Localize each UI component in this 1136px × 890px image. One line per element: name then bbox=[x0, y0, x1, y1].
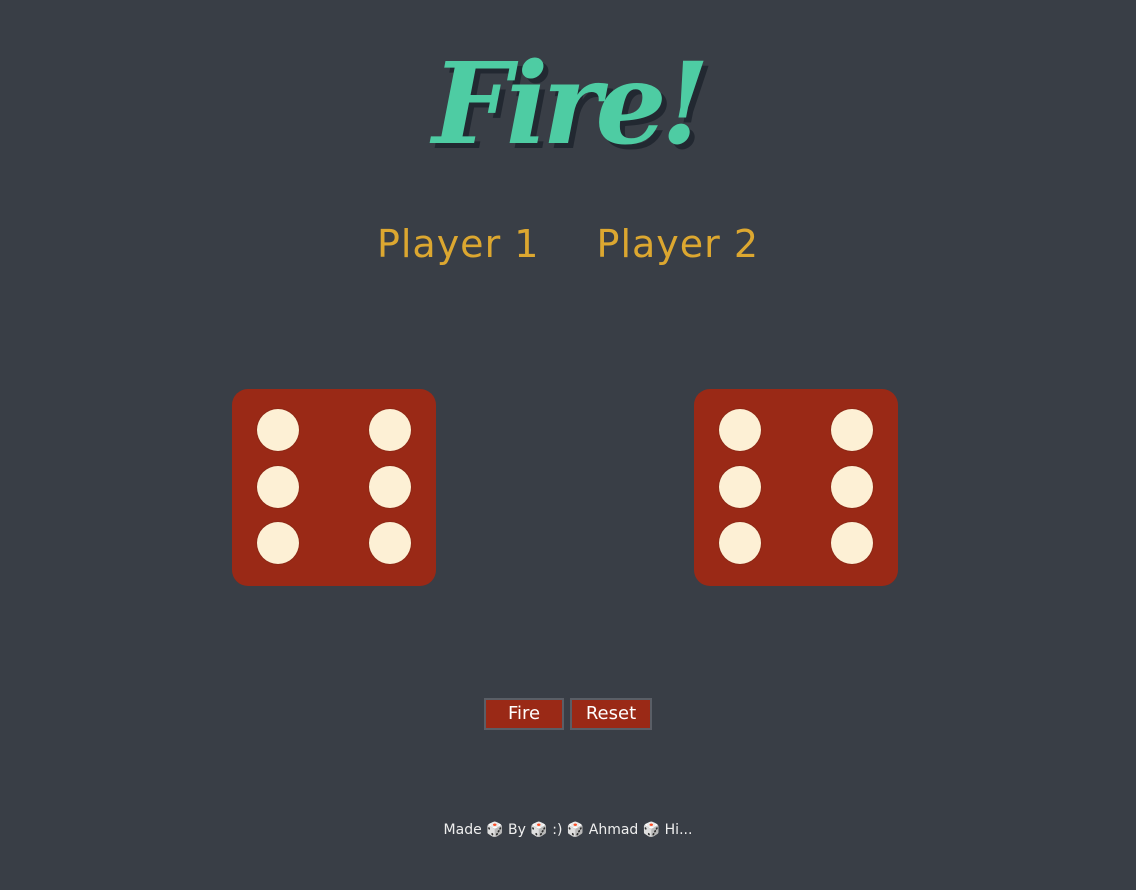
die-pip bbox=[257, 466, 299, 508]
die-pip bbox=[257, 522, 299, 564]
player-1-label: Player 1 bbox=[376, 222, 540, 266]
die-pip bbox=[719, 522, 761, 564]
footer-credit: Made 🎲 By 🎲 :) 🎲 Ahmad 🎲 Hi... bbox=[443, 822, 693, 838]
fire-button[interactable]: Fire bbox=[484, 698, 564, 730]
player-labels: Player 1 Player 2 bbox=[0, 222, 1136, 266]
die-pip bbox=[719, 466, 761, 508]
die-pip bbox=[831, 409, 873, 451]
player-2-label: Player 2 bbox=[596, 222, 760, 266]
die-pip bbox=[831, 522, 873, 564]
die-pip bbox=[831, 466, 873, 508]
die-pip bbox=[369, 522, 411, 564]
die-pip bbox=[369, 466, 411, 508]
player-1-die bbox=[232, 389, 436, 586]
reset-button[interactable]: Reset bbox=[570, 698, 652, 730]
player-2-die bbox=[694, 389, 898, 586]
game-title: Fire! bbox=[432, 39, 710, 170]
die-pip bbox=[719, 409, 761, 451]
die-pip bbox=[257, 409, 299, 451]
game-controls: Fire Reset bbox=[0, 698, 1136, 730]
die-pip bbox=[369, 409, 411, 451]
